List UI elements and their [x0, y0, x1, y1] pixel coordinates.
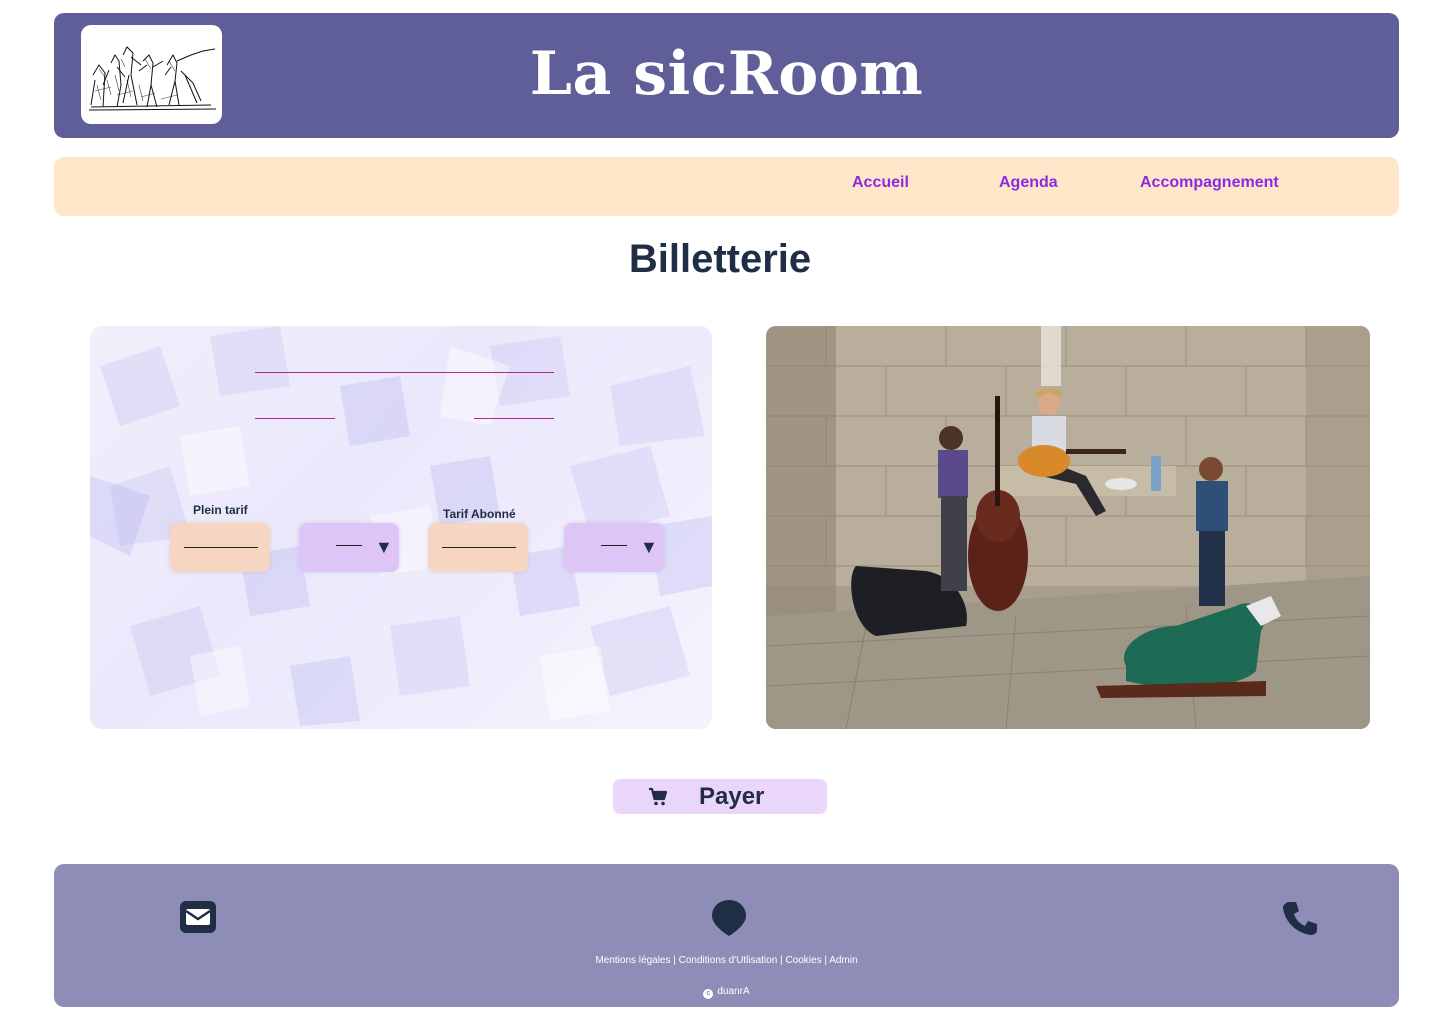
site-title: La sicRoom — [529, 39, 924, 109]
full-price-select[interactable]: ▼ — [299, 523, 399, 572]
envelope-icon[interactable] — [180, 901, 216, 933]
full-price-label: Plein tarif — [193, 503, 248, 517]
map-pin-icon[interactable] — [711, 899, 747, 937]
legal-link-conditions[interactable]: Conditions d'Utlisation — [679, 955, 778, 966]
field-underline — [442, 547, 516, 548]
subscriber-price-label: Tarif Abonné — [443, 507, 516, 521]
nav-item-accompagnement[interactable]: Accompagnement — [1140, 174, 1279, 192]
site-header: La sicRoom — [54, 13, 1399, 138]
event-time-underline — [474, 418, 554, 419]
main-nav: Accueil Agenda Accompagnement — [54, 157, 1399, 216]
site-footer: Mentions légales | Conditions d'Utlisati… — [54, 864, 1399, 1007]
ticket-form-panel: Plein tarif Tarif Abonné ▼ ▼ — [90, 326, 712, 729]
copyright-icon: c — [703, 989, 714, 999]
pay-button[interactable]: Payer — [613, 779, 827, 814]
pay-button-label: Payer — [699, 783, 765, 810]
band-photo-illustration — [766, 326, 1370, 729]
subscriber-price-select[interactable]: ▼ — [564, 523, 664, 572]
legal-link-cookies[interactable]: Cookies — [785, 955, 821, 966]
triangle-down-icon: ▼ — [375, 537, 393, 557]
event-date-underline — [255, 418, 335, 419]
musicians-photo — [766, 326, 1370, 729]
select-value-line — [336, 545, 362, 546]
legal-link-mentions[interactable]: Mentions légales — [595, 955, 670, 966]
event-title-underline — [255, 372, 554, 373]
copyright: c duanrA — [54, 986, 1399, 999]
legal-link-admin[interactable]: Admin — [829, 955, 857, 966]
field-underline — [184, 547, 258, 548]
nav-item-accueil[interactable]: Accueil — [852, 174, 909, 192]
select-value-line — [601, 545, 627, 546]
page-title: Billetterie — [628, 237, 812, 281]
copyright-name: duanrA — [717, 986, 750, 997]
subscriber-price-quantity-field[interactable] — [428, 523, 528, 572]
link-separator: | — [670, 955, 679, 966]
full-price-quantity-field[interactable] — [170, 523, 270, 572]
cart-icon — [649, 787, 668, 806]
phone-icon[interactable] — [1282, 900, 1318, 936]
triangle-down-icon: ▼ — [640, 537, 658, 557]
legal-links: Mentions légales | Conditions d'Utlisati… — [54, 955, 1399, 966]
nav-item-agenda[interactable]: Agenda — [999, 174, 1058, 192]
